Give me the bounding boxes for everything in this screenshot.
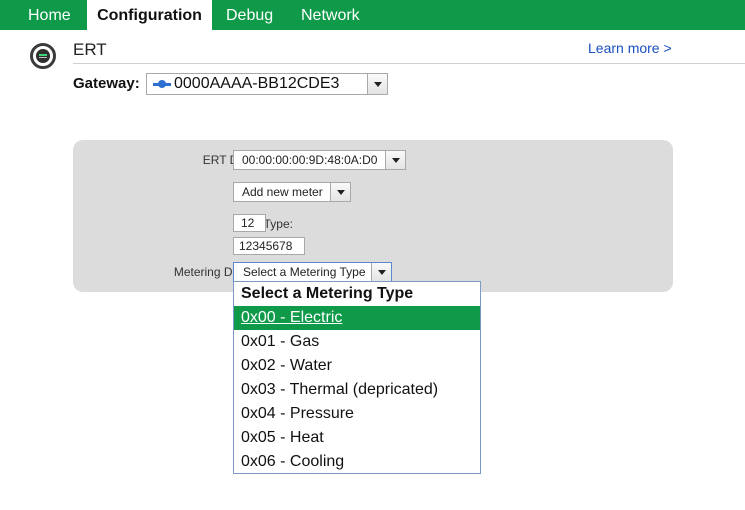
chevron-down-icon[interactable] <box>371 263 391 281</box>
dropdown-option-placeholder[interactable]: Select a Metering Type <box>234 282 480 306</box>
metering-type-dropdown: Select a Metering Type 0x00 - Electric 0… <box>233 281 481 474</box>
chevron-down-icon[interactable] <box>367 74 387 94</box>
metering-device-type-select[interactable]: Select a Metering Type <box>233 262 392 282</box>
chevron-down-icon[interactable] <box>330 183 350 201</box>
dropdown-option-pressure[interactable]: 0x04 - Pressure <box>234 402 480 426</box>
page-title: ERT <box>73 40 107 59</box>
gateway-label: Gateway: <box>73 75 140 92</box>
dropdown-option-water[interactable]: 0x02 - Water <box>234 354 480 378</box>
dropdown-option-thermal[interactable]: 0x03 - Thermal (depricated) <box>234 378 480 402</box>
ert-meter-select[interactable]: Add new meter <box>233 182 351 202</box>
top-nav: Home Configuration Debug Network <box>0 0 745 30</box>
meter-icon <box>30 43 56 69</box>
dropdown-option-heat[interactable]: 0x05 - Heat <box>234 426 480 450</box>
tab-home[interactable]: Home <box>28 0 71 30</box>
ert-type-field[interactable]: 12 <box>233 214 266 232</box>
ert-form-panel: ERT Device EUI: 00:00:00:00:9D:48:0A:D0 … <box>73 140 673 292</box>
tab-configuration[interactable]: Configuration <box>87 0 212 30</box>
dropdown-option-electric[interactable]: 0x00 - Electric <box>234 306 480 330</box>
device-eui-select[interactable]: 00:00:00:00:9D:48:0A:D0 <box>233 150 406 170</box>
device-eui-value: 00:00:00:00:9D:48:0A:D0 <box>242 153 378 167</box>
plug-icon <box>153 80 171 88</box>
metering-device-type-value: Select a Metering Type <box>243 265 366 279</box>
gateway-select[interactable]: 0000AAAA-BB12CDE3 <box>146 73 388 95</box>
dropdown-option-gas[interactable]: 0x01 - Gas <box>234 330 480 354</box>
learn-more-link[interactable]: Learn more > <box>588 40 672 56</box>
title-divider <box>73 63 745 64</box>
ert-id-field[interactable]: 12345678 <box>233 237 305 255</box>
gateway-value: 0000AAAA-BB12CDE3 <box>174 75 340 92</box>
tab-network[interactable]: Network <box>301 0 360 30</box>
chevron-down-icon[interactable] <box>385 151 405 169</box>
ert-meter-value: Add new meter <box>242 185 323 199</box>
tab-debug[interactable]: Debug <box>226 0 273 30</box>
dropdown-option-cooling[interactable]: 0x06 - Cooling <box>234 450 480 473</box>
